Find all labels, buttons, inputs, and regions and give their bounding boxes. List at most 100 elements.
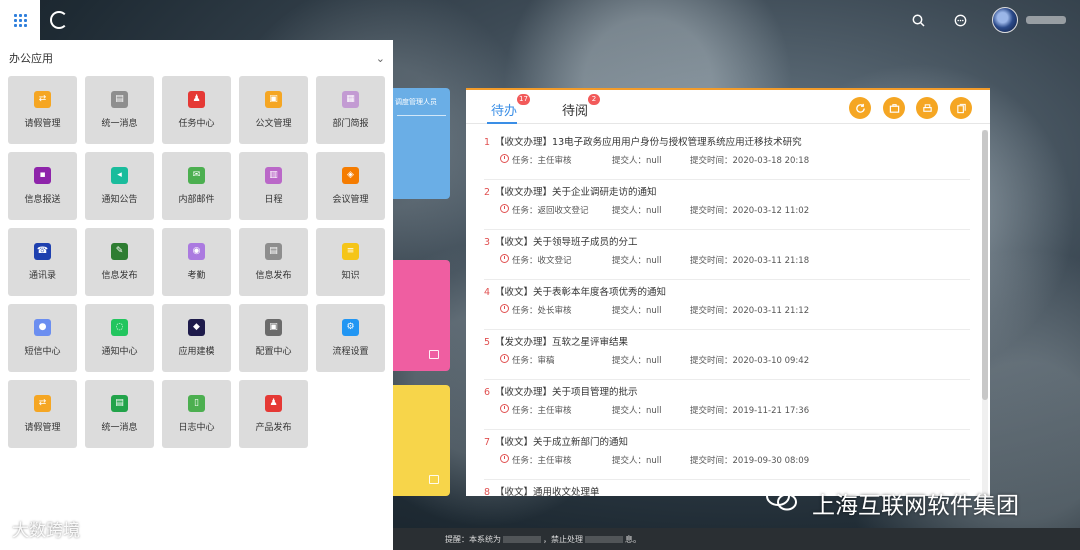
app-tile-24[interactable]: ♟ 产品发布	[239, 380, 308, 448]
task-step: 任务：主任审核	[512, 154, 572, 166]
status-middle: ，禁止处理	[543, 534, 583, 544]
app-tile-22[interactable]: ▤ 统一消息	[85, 380, 154, 448]
submitter-label: 提交人：	[612, 256, 647, 266]
chat-icon[interactable]	[950, 10, 970, 30]
briefcase-button[interactable]	[883, 97, 905, 119]
app-tile-8[interactable]: ✉ 内部邮件	[162, 152, 231, 220]
tab-todo[interactable]: 待办 17	[491, 94, 530, 119]
task-title[interactable]: 4 【收文】关于表彰本年度各项优秀的通知	[484, 284, 666, 298]
chevron-down-icon[interactable]: ⌄	[376, 52, 385, 65]
app-label: 公文管理	[255, 119, 292, 129]
time-value: 2020-03-11 21:12	[732, 306, 810, 316]
task-row[interactable]: 7 【收文】关于成立新部门的通知 任务：主任审核 提交人：null 提交时间：2019-…	[484, 430, 970, 480]
time-value: 2019-11-21 17:36	[732, 406, 810, 416]
task-submitter: 提交人：null	[612, 304, 662, 316]
time-label: 提交时间：	[690, 206, 733, 216]
app-tile-4[interactable]: ▣ 公文管理	[239, 76, 308, 144]
time-label: 提交时间：	[690, 156, 733, 166]
username-label[interactable]	[1026, 16, 1066, 24]
yellow-card[interactable]	[393, 385, 450, 496]
app-tile-16[interactable]: ● 短信中心	[8, 304, 77, 372]
task-title[interactable]: 1 【收文办理】13电子政务应用用户身份与授权管理系统应用迁移技术研究	[484, 134, 802, 148]
app-tile-6[interactable]: ▪ 信息报送	[8, 152, 77, 220]
chat-icon: ●	[34, 319, 51, 336]
meeting-icon: ◈	[342, 167, 359, 184]
task-submit-time: 提交时间：2019-11-21 17:36	[690, 404, 809, 416]
task-title[interactable]: 6 【收文办理】关于项目管理的批示	[484, 384, 638, 398]
clock-icon	[500, 404, 509, 413]
app-tile-21[interactable]: ⇄ 请假管理	[8, 380, 77, 448]
avatar[interactable]	[992, 7, 1018, 33]
app-tile-2[interactable]: ▤ 统一消息	[85, 76, 154, 144]
bubble-icon: ◌	[111, 319, 128, 336]
documents-button[interactable]	[950, 97, 972, 119]
panel-header: 办公应用 ⌄	[0, 40, 393, 76]
app-tile-5[interactable]: ▦ 部门简报	[316, 76, 385, 144]
submitter-label: 提交人：	[612, 356, 647, 366]
app-tile-15[interactable]: ≡ 知识	[316, 228, 385, 296]
app-tile-17[interactable]: ◌ 通知中心	[85, 304, 154, 372]
refresh-button[interactable]	[849, 97, 871, 119]
task-title[interactable]: 3 【收文】关于领导班子成员的分工	[484, 234, 638, 248]
app-tile-3[interactable]: ♟ 任务中心	[162, 76, 231, 144]
clock-icon	[500, 454, 509, 463]
status-prefix: 提醒：本系统为	[445, 534, 501, 544]
app-tile-11[interactable]: ☎ 通讯录	[8, 228, 77, 296]
app-tile-18[interactable]: ◆ 应用建模	[162, 304, 231, 372]
app-label: 通知公告	[101, 195, 138, 205]
task-title-text: 【收文办理】关于企业调研走访的通知	[495, 187, 657, 198]
task-row[interactable]: 3 【收文】关于领导班子成员的分工 任务：收文登记 提交人：null 提交时间：2020…	[484, 230, 970, 280]
app-tile-13[interactable]: ◉ 考勤	[162, 228, 231, 296]
task-step-label: 任务：	[512, 456, 538, 466]
app-launcher-button[interactable]	[0, 0, 40, 40]
print-button[interactable]	[916, 97, 938, 119]
search-icon[interactable]	[908, 10, 928, 30]
time-value: 2020-03-11 21:18	[732, 256, 810, 266]
status-suffix: 息。	[625, 534, 641, 544]
task-title[interactable]: 7 【收文】关于成立新部门的通知	[484, 434, 628, 448]
task-step: 任务：返回收文登记	[512, 204, 589, 216]
app-tile-10[interactable]: ◈ 会议管理	[316, 152, 385, 220]
app-tile-19[interactable]: ▣ 配置中心	[239, 304, 308, 372]
app-label: 请假管理	[24, 423, 61, 433]
task-submit-time: 提交时间：2020-03-11 21:12	[690, 304, 809, 316]
redacted-text	[585, 535, 623, 543]
app-label: 日志中心	[178, 423, 215, 433]
watermark-left-text: 大数跨境	[12, 521, 80, 541]
pink-card[interactable]	[393, 260, 450, 371]
app-tile-1[interactable]: ⇄ 请假管理	[8, 76, 77, 144]
task-scrollbar[interactable]	[982, 130, 988, 495]
print-icon	[922, 103, 932, 112]
app-label: 内部邮件	[178, 195, 215, 205]
tab-toread[interactable]: 待阅 2	[562, 94, 600, 119]
app-label: 信息报送	[24, 195, 61, 205]
task-title-text: 【发文办理】互软之星评审结果	[495, 337, 629, 348]
task-title[interactable]: 2 【收文办理】关于企业调研走访的通知	[484, 184, 657, 198]
app-tile-20[interactable]: ⚙ 流程设置	[316, 304, 385, 372]
task-title-text: 【收文】关于表彰本年度各项优秀的通知	[495, 287, 667, 298]
app-tile-9[interactable]: ▥ 日程	[239, 152, 308, 220]
active-tab-indicator	[487, 122, 517, 124]
task-row[interactable]: 2 【收文办理】关于企业调研走访的通知 任务：返回收文登记 提交人：null 提交时间：…	[484, 180, 970, 230]
task-row[interactable]: 6 【收文办理】关于项目管理的批示 任务：主任审核 提交人：null 提交时间：2019…	[484, 380, 970, 430]
app-tile-14[interactable]: ▤ 信息发布	[239, 228, 308, 296]
scroll-thumb[interactable]	[982, 130, 988, 400]
app-tile-7[interactable]: ◂ 通知公告	[85, 152, 154, 220]
briefcase-icon	[889, 103, 899, 113]
task-submitter: 提交人：null	[612, 404, 662, 416]
task-title[interactable]: 8 【收文】通用收文处理单	[484, 484, 600, 498]
app-tile-12[interactable]: ✎ 信息发布	[85, 228, 154, 296]
task-title[interactable]: 5 【发文办理】互软之星评审结果	[484, 334, 628, 348]
app-tile-23[interactable]: ▯ 日志中心	[162, 380, 231, 448]
schedule-card[interactable]: 调度管理人员	[393, 88, 450, 199]
task-row[interactable]: 4 【收文】关于表彰本年度各项优秀的通知 任务：处长审核 提交人：null 提交时间：2…	[484, 280, 970, 330]
time-label: 提交时间：	[690, 256, 733, 266]
logo-icon[interactable]	[50, 11, 68, 29]
task-row[interactable]: 5 【发文办理】互软之星评审结果 任务：审稿 提交人：null 提交时间：2020-03…	[484, 330, 970, 380]
topbar-actions	[908, 0, 1080, 40]
share-icon: ⇄	[34, 91, 51, 108]
task-step-value: 收文登记	[537, 256, 572, 266]
app-label: 应用建模	[178, 347, 215, 357]
submitter-label: 提交人：	[612, 156, 647, 166]
task-row[interactable]: 1 【收文办理】13电子政务应用用户身份与授权管理系统应用迁移技术研究任务：主任审…	[484, 130, 970, 180]
